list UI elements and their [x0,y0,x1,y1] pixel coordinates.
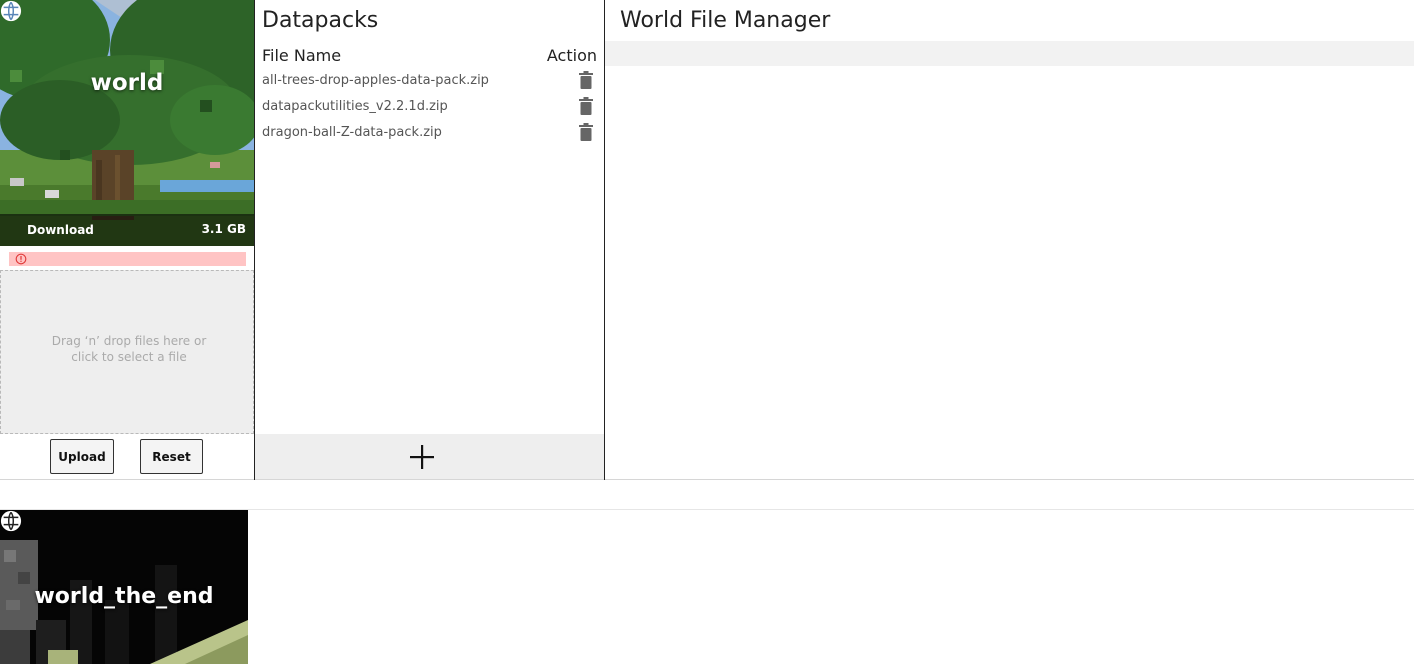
world-info-bar: Download 3.1 GB [0,214,254,246]
datapack-row: datapackutilities_v2.2.1d.zip [255,95,604,121]
world-thumbnail: world Download 3.1 GB [0,0,254,246]
upload-button[interactable]: Upload [50,439,114,474]
upload-error-bar [9,252,246,266]
reset-button[interactable]: Reset [140,439,203,474]
column-header-action: Action [546,46,597,65]
world-name: world_the_end [34,584,214,609]
world-card: world_the_end [0,509,1414,664]
world-column: world Download 3.1 GB Drag ‘n’ drop file… [0,0,255,480]
datapack-file-name: dragon-ball-Z-data-pack.zip [262,125,442,140]
datapack-file-name: all-trees-drop-apples-data-pack.zip [262,73,489,88]
file-manager-title: World File Manager [620,8,831,33]
datapack-file-name: datapackutilities_v2.2.1d.zip [262,99,448,114]
column-header-file-name: File Name [262,46,342,65]
trash-icon[interactable] [578,122,594,142]
file-dropzone[interactable]: Drag ‘n’ drop files here or click to sel… [0,270,254,434]
world-thumbnail: world_the_end [0,510,248,664]
file-manager-path-bar[interactable] [605,41,1414,66]
globe-icon [0,0,22,22]
world-size: 3.1 GB [201,222,246,236]
dropzone-text: Drag ‘n’ drop files here or click to sel… [51,334,207,364]
datapack-row: all-trees-drop-apples-data-pack.zip [255,69,604,95]
world-name: world [90,70,164,96]
trash-icon[interactable] [578,96,594,116]
file-manager-panel: World File Manager [605,0,1414,480]
datapack-row: dragon-ball-Z-data-pack.zip [255,121,604,147]
datapacks-title: Datapacks [262,8,379,33]
globe-icon [0,510,22,532]
download-link[interactable]: Download [27,223,94,237]
datapacks-panel: Datapacks File Name Action all-trees-dro… [255,0,605,480]
trash-icon[interactable] [578,70,594,90]
alert-circle-icon [15,253,27,265]
plus-icon[interactable] [407,442,437,472]
datapacks-footer [255,434,604,479]
world-thumbnail-image [0,0,254,246]
world-card: world Download 3.1 GB Drag ‘n’ drop file… [0,0,1414,480]
